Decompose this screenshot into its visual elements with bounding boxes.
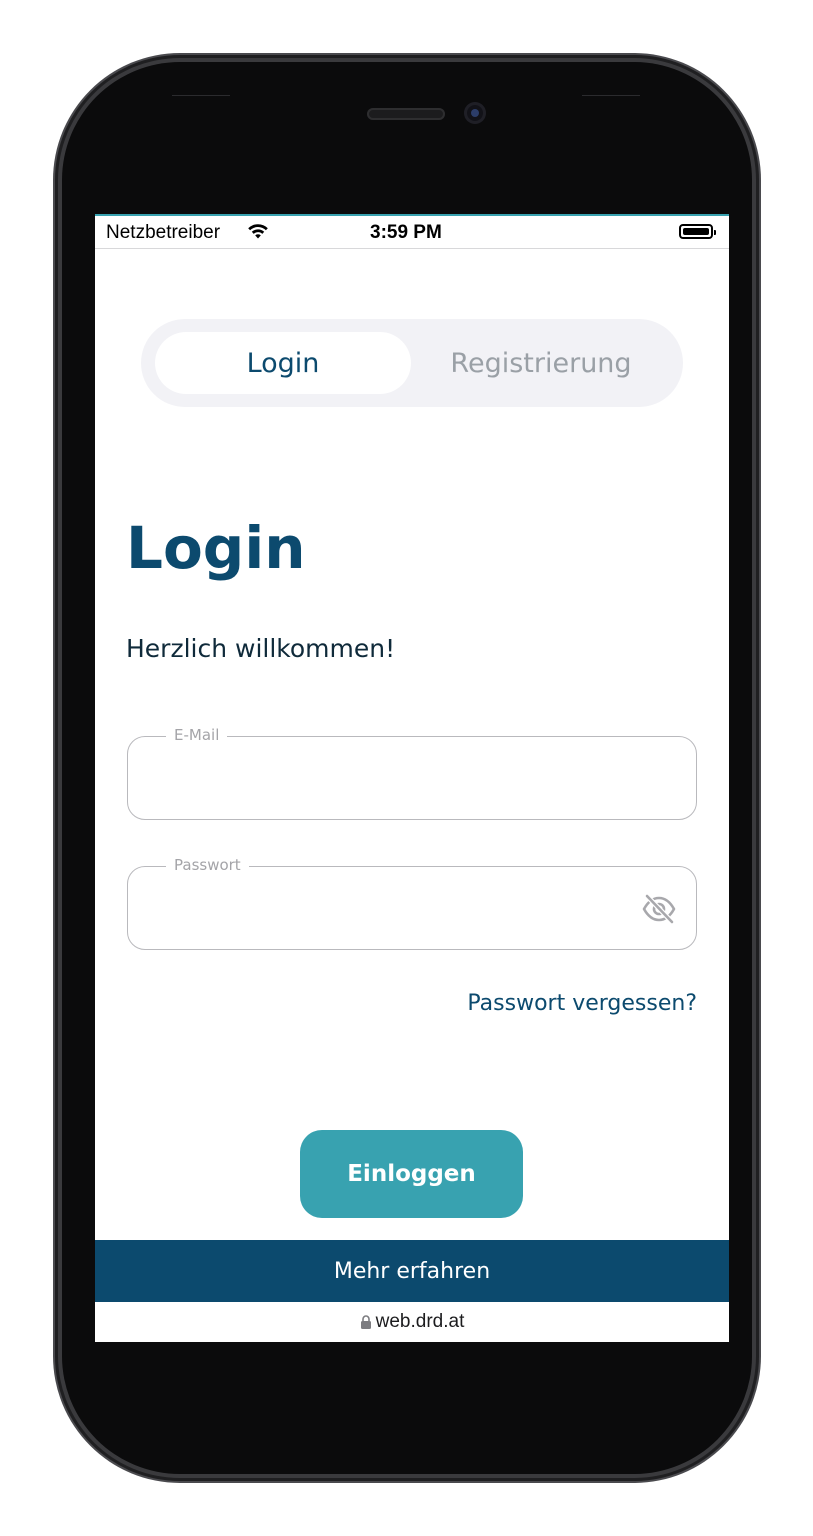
password-label: Passwort	[166, 856, 249, 874]
lock-icon	[360, 1315, 371, 1329]
carrier-name: Netzbetreiber	[106, 222, 221, 243]
eye-off-icon[interactable]	[641, 893, 677, 925]
welcome-text: Herzlich willkommen!	[126, 634, 396, 663]
tab-registrierung[interactable]: Registrierung	[413, 332, 669, 394]
antenna-line	[582, 95, 640, 96]
status-time: 3:59 PM	[370, 222, 442, 243]
battery-level	[683, 228, 709, 235]
email-input[interactable]	[148, 757, 632, 801]
email-label: E-Mail	[166, 726, 228, 744]
forgot-password-link[interactable]: Passwort vergessen?	[467, 991, 697, 1016]
more-info-bar[interactable]: Mehr erfahren	[95, 1240, 729, 1302]
password-input[interactable]	[148, 887, 632, 931]
status-bar: Netzbetreiber 3:59 PM	[95, 216, 729, 249]
auth-tab-switch: Login Registrierung	[141, 319, 683, 407]
battery-icon	[679, 224, 716, 239]
front-camera	[464, 102, 486, 124]
page-title: Login	[126, 514, 306, 582]
url-bar: web.drd.at	[95, 1302, 729, 1342]
tab-login[interactable]: Login	[155, 332, 411, 394]
email-field-wrapper: E-Mail	[127, 726, 697, 820]
password-field-wrapper: Passwort	[127, 856, 697, 950]
screen: Netzbetreiber 3:59 PM Login Registrierun…	[95, 214, 729, 1342]
url-text[interactable]: web.drd.at	[376, 1311, 465, 1333]
earpiece-speaker	[367, 108, 445, 120]
antenna-line	[172, 95, 230, 96]
login-button[interactable]: Einloggen	[300, 1130, 523, 1218]
device-mockup: Netzbetreiber 3:59 PM Login Registrierun…	[0, 0, 813, 1536]
wifi-icon	[248, 224, 268, 239]
